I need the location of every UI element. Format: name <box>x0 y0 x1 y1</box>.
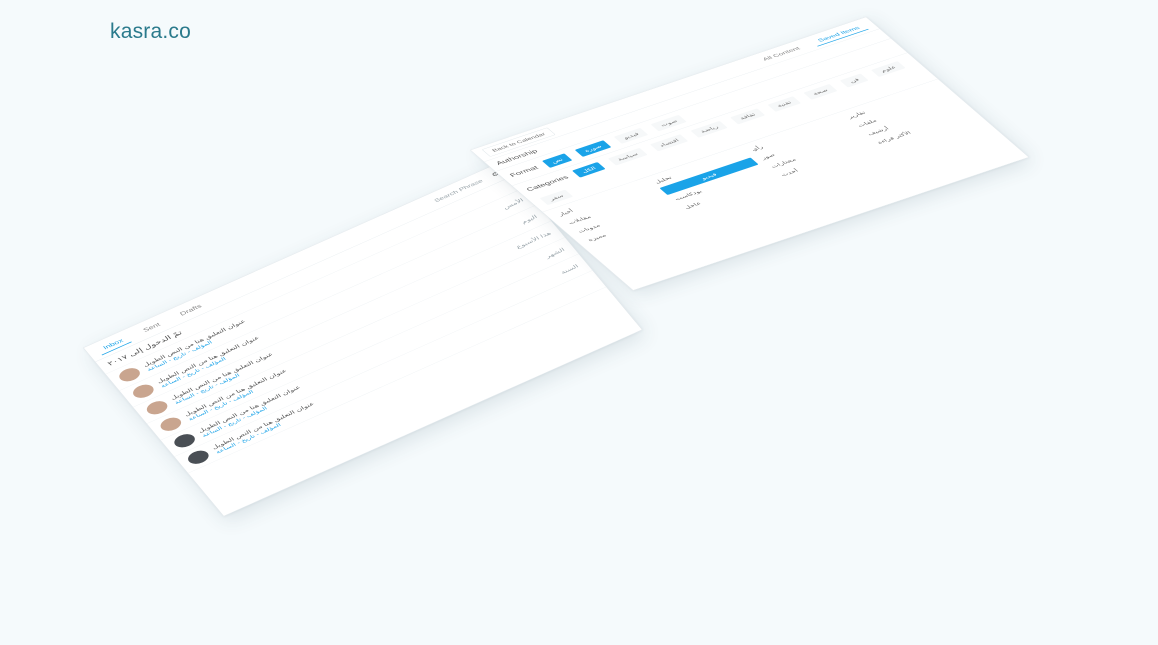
category-chip[interactable]: علوم <box>871 61 906 77</box>
category-chip[interactable]: تقنية <box>767 96 801 112</box>
side-label: الأمس <box>501 197 525 211</box>
category-chip[interactable]: فن <box>839 73 869 88</box>
category-chip[interactable]: ثقافة <box>730 108 766 125</box>
category-chip[interactable]: رياضة <box>690 120 728 138</box>
stage: Inbox Sent Drafts Search Phrase ⚙ تمّ ال… <box>0 0 1158 645</box>
category-chip[interactable]: الكل <box>572 162 606 178</box>
category-chip[interactable]: اقتصاد <box>649 134 689 152</box>
format-chip[interactable]: نص <box>541 153 573 168</box>
avatar <box>184 447 212 467</box>
side-label: اليوم <box>520 213 539 225</box>
format-label: Format <box>508 165 540 179</box>
side-label: الشهر <box>544 246 566 260</box>
side-label: السنة <box>559 263 580 276</box>
category-chip[interactable]: صحة <box>803 83 838 100</box>
category-chip[interactable]: سياسة <box>607 147 648 166</box>
